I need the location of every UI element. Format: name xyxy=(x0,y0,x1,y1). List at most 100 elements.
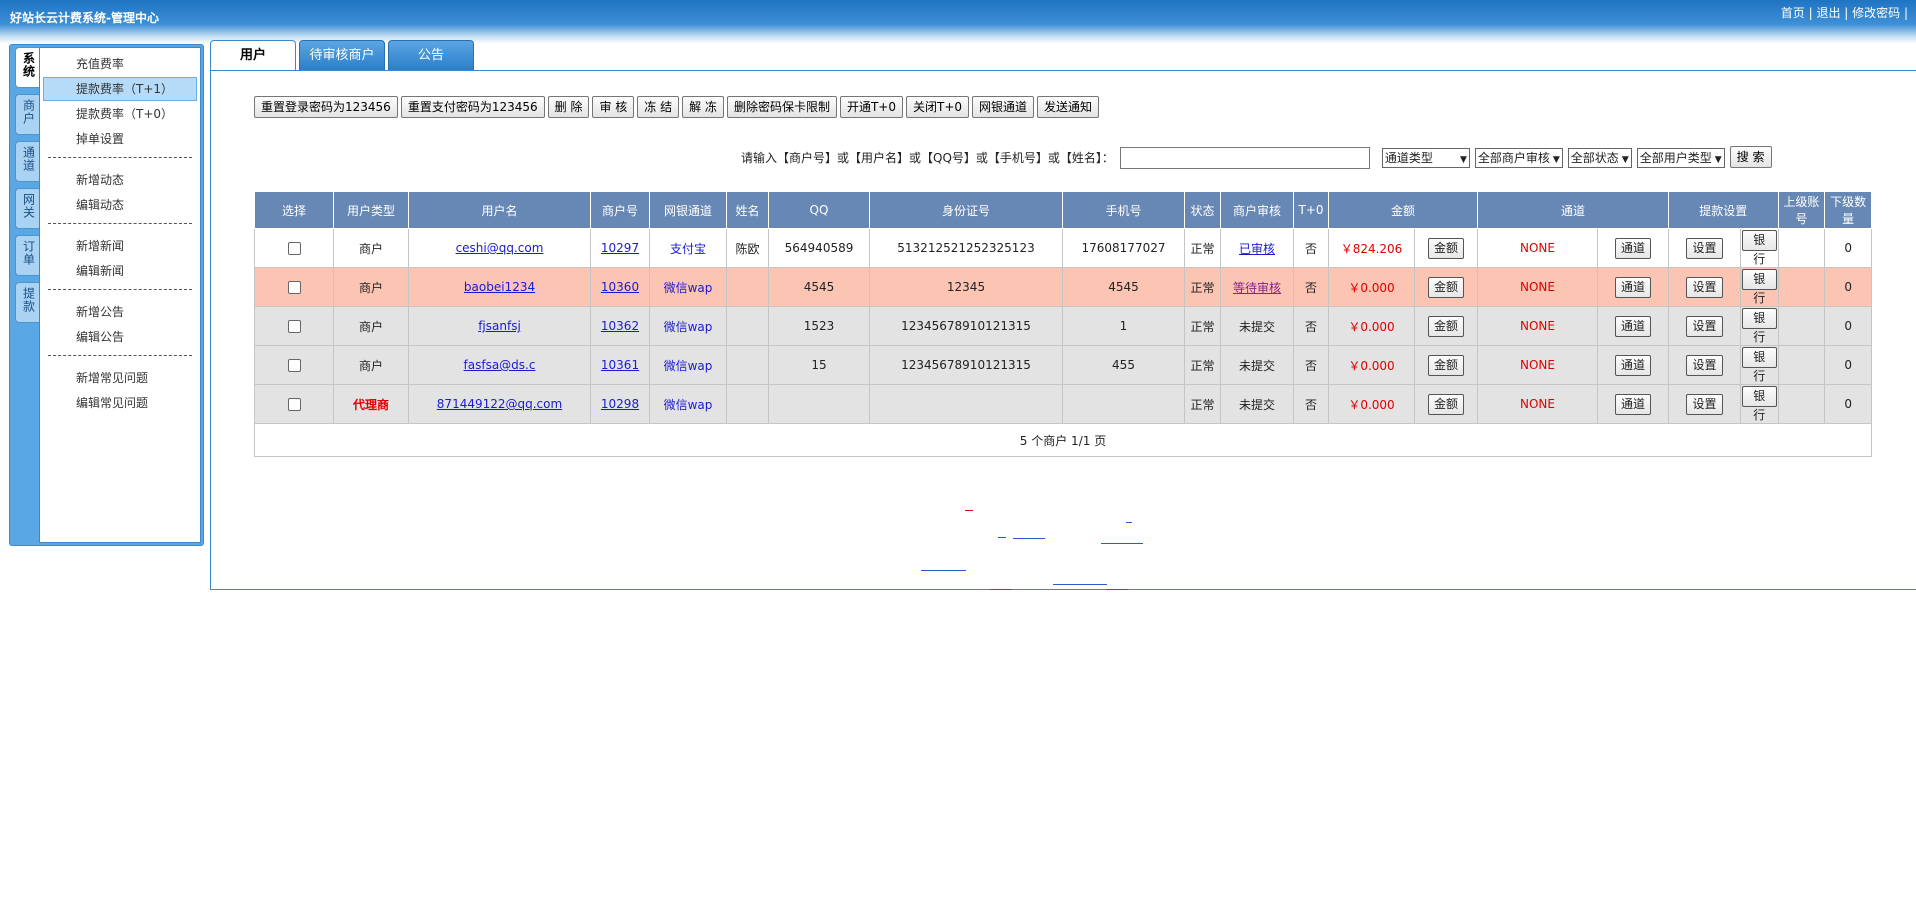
menu-item-withdraw-rate-t1[interactable]: 提款费率（T+1） xyxy=(43,77,197,101)
render-artifact xyxy=(1106,589,1128,590)
select-value: 全部用户类型 xyxy=(1639,150,1712,165)
remove-card-limit-button[interactable]: 删除密码保卡限制 xyxy=(726,96,837,118)
logout-link[interactable]: 退出 xyxy=(1816,6,1840,20)
menu-item-drop-order-settings[interactable]: 掉单设置 xyxy=(43,127,197,151)
row-checkbox[interactable] xyxy=(287,398,301,411)
side-tab-system[interactable]: 系统 xyxy=(15,47,41,88)
side-tab-gateway[interactable]: 网关 xyxy=(15,188,41,229)
setting-button[interactable]: 设置 xyxy=(1686,315,1723,337)
channel-button[interactable]: 通道 xyxy=(1614,393,1651,415)
bank-button[interactable]: 银行 xyxy=(1742,269,1777,305)
amount-button[interactable]: 金额 xyxy=(1427,276,1464,298)
audit-link[interactable]: 等待审核 xyxy=(1233,281,1281,295)
menu-item-withdraw-rate-t0[interactable]: 提款费率（T+0） xyxy=(43,102,197,126)
row-checkbox[interactable] xyxy=(287,359,301,372)
row-checkbox[interactable] xyxy=(287,242,301,255)
menu-item-recharge-rate[interactable]: 充值费率 xyxy=(43,52,197,76)
amount-cell: ￥0.000 xyxy=(1328,306,1415,346)
username-link[interactable]: 871449122@qq.com xyxy=(437,397,562,411)
amount-button[interactable]: 金额 xyxy=(1427,354,1464,376)
search-button[interactable]: 搜 索 xyxy=(1729,146,1772,168)
channel-button[interactable]: 通道 xyxy=(1614,276,1651,298)
merchant-id-link[interactable]: 10297 xyxy=(601,241,639,255)
col-withdraw-settings: 提款设置 xyxy=(1668,191,1779,229)
user-type-select[interactable]: 全部用户类型 ▼ xyxy=(1636,147,1725,168)
amount-button[interactable]: 金额 xyxy=(1427,315,1464,337)
send-notice-button[interactable]: 发送通知 xyxy=(1037,96,1100,118)
reset-pay-password-button[interactable]: 重置支付密码为123456 xyxy=(400,96,545,118)
menu-item-edit-announcement[interactable]: 编辑公告 xyxy=(43,325,197,349)
username-cell: ceshi@qq.com xyxy=(408,228,591,268)
table-row: 商户 fasfsa@ds.c 10361 微信wap 15 1234567891… xyxy=(254,345,1872,385)
row-checkbox[interactable] xyxy=(287,320,301,333)
setting-button[interactable]: 设置 xyxy=(1686,237,1723,259)
col-child-count: 下级数量 xyxy=(1824,191,1872,229)
merchant-id-link[interactable]: 10360 xyxy=(601,280,639,294)
bank-button[interactable]: 银行 xyxy=(1742,308,1777,344)
amount-cell: ￥0.000 xyxy=(1328,384,1415,424)
bank-button[interactable]: 银行 xyxy=(1742,230,1777,266)
channel-button[interactable]: 通道 xyxy=(1614,354,1651,376)
tab-pending-merchants[interactable]: 待审核商户 xyxy=(299,40,385,70)
audit-button[interactable]: 审 核 xyxy=(592,96,635,118)
freeze-button[interactable]: 冻 结 xyxy=(637,96,680,118)
tab-users[interactable]: 用户 xyxy=(210,40,296,72)
username-link[interactable]: ceshi@qq.com xyxy=(456,241,544,255)
parent-account-cell xyxy=(1777,306,1826,346)
menu-item-edit-news[interactable]: 编辑新闻 xyxy=(43,259,197,283)
parent-account-cell xyxy=(1777,384,1826,424)
setting-button[interactable]: 设置 xyxy=(1686,393,1723,415)
home-link[interactable]: 首页 xyxy=(1781,6,1805,20)
enable-t0-button[interactable]: 开通T+0 xyxy=(839,96,903,118)
left-panel: 系统 商户 通道 网关 订单 提款 充值费率 提款费率（T+1） 提款费率（T+… xyxy=(9,44,204,546)
username-link[interactable]: fjsanfsj xyxy=(478,319,521,333)
merchant-id-link[interactable]: 10298 xyxy=(601,397,639,411)
setting-button[interactable]: 设置 xyxy=(1686,276,1723,298)
menu-item-edit-news-feed[interactable]: 编辑动态 xyxy=(43,193,197,217)
channel-type-select[interactable]: 通道类型 ▼ xyxy=(1381,147,1470,168)
menu-item-add-news-feed[interactable]: 新增动态 xyxy=(43,168,197,192)
merchant-id-link[interactable]: 10361 xyxy=(601,358,639,372)
child-count-cell: 0 xyxy=(1824,384,1872,424)
status-select[interactable]: 全部状态 ▼ xyxy=(1567,147,1632,168)
username-link[interactable]: fasfsa@ds.c xyxy=(464,358,536,372)
merchant-audit-select[interactable]: 全部商户审核 ▼ xyxy=(1474,147,1563,168)
side-tab-order[interactable]: 订单 xyxy=(15,235,41,276)
bank-button[interactable]: 银行 xyxy=(1742,347,1777,383)
disable-t0-button[interactable]: 关闭T+0 xyxy=(905,96,970,118)
unfreeze-button[interactable]: 解 冻 xyxy=(682,96,724,118)
menu-item-edit-faq[interactable]: 编辑常见问题 xyxy=(43,391,197,415)
channel-button[interactable]: 通道 xyxy=(1614,237,1651,259)
bank-channel-button[interactable]: 网银通道 xyxy=(972,96,1035,118)
username-cell: fjsanfsj xyxy=(408,306,591,346)
user-type-cell: 商户 xyxy=(333,267,409,307)
render-artifact xyxy=(1101,543,1143,544)
channel-value-cell: NONE xyxy=(1477,267,1598,307)
select-value: 通道类型 xyxy=(1384,150,1433,165)
menu-item-add-announcement[interactable]: 新增公告 xyxy=(43,300,197,324)
delete-button[interactable]: 删 除 xyxy=(547,96,590,118)
setting-button-cell: 设置 xyxy=(1668,267,1741,307)
search-input[interactable] xyxy=(1119,146,1370,169)
menu-item-add-news[interactable]: 新增新闻 xyxy=(43,234,197,258)
table-row: 商户 baobei1234 10360 微信wap 4545 12345 454… xyxy=(254,267,1872,307)
bank-button[interactable]: 银行 xyxy=(1742,386,1777,422)
tab-announcements[interactable]: 公告 xyxy=(388,40,474,70)
reset-login-password-button[interactable]: 重置登录密码为123456 xyxy=(254,96,398,118)
channel-button[interactable]: 通道 xyxy=(1614,315,1651,337)
pagination-info: 5 个商户 1/1 页 xyxy=(254,423,1872,457)
change-password-link[interactable]: 修改密码 xyxy=(1852,6,1900,20)
merchant-id-link[interactable]: 10362 xyxy=(601,319,639,333)
setting-button[interactable]: 设置 xyxy=(1686,354,1723,376)
gateway-cell: 微信wap xyxy=(649,306,727,346)
side-tab-merchant[interactable]: 商户 xyxy=(15,94,41,135)
menu-item-add-faq[interactable]: 新增常见问题 xyxy=(43,366,197,390)
row-checkbox[interactable] xyxy=(287,281,301,294)
amount-button[interactable]: 金额 xyxy=(1427,393,1464,415)
audit-link[interactable]: 已审核 xyxy=(1239,242,1275,256)
side-tab-withdraw[interactable]: 提款 xyxy=(15,282,41,323)
render-artifact xyxy=(1126,522,1132,523)
amount-button[interactable]: 金额 xyxy=(1427,237,1464,259)
username-link[interactable]: baobei1234 xyxy=(464,280,535,294)
side-tab-channel[interactable]: 通道 xyxy=(15,141,41,182)
